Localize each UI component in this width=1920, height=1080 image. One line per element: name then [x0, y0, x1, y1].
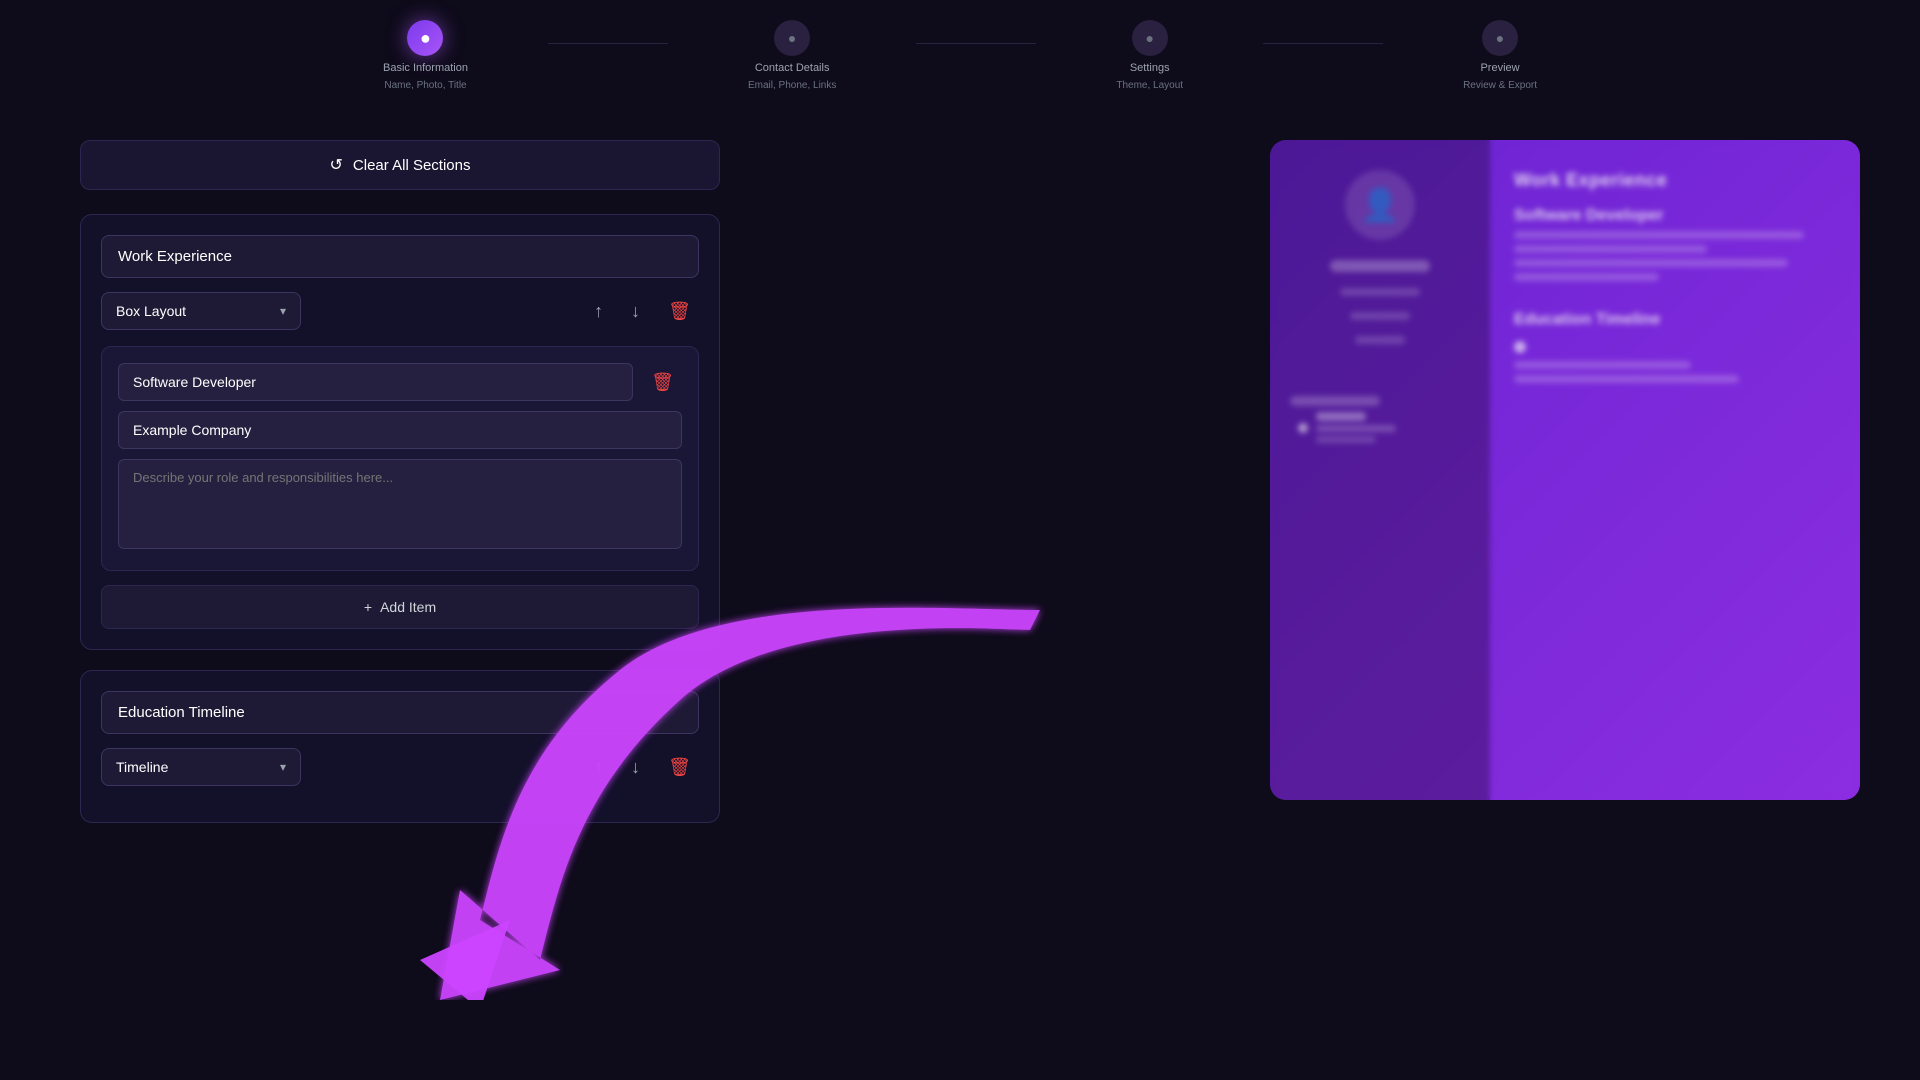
resume-preview-inner: 👤 Work Experience Softw	[1270, 140, 1860, 800]
edu-item-row	[1290, 412, 1470, 443]
add-item-label: Add Item	[380, 599, 436, 615]
resume-edu-preview	[1290, 380, 1470, 443]
nav-step-1[interactable]: ● Basic Information Name, Photo, Title	[383, 20, 468, 91]
resume-edu-section-title: Education Timeline	[1514, 311, 1836, 329]
step-label-1: Basic Information	[383, 62, 468, 74]
work-item-card-0: 🗑	[101, 346, 699, 571]
resume-detail-line-3	[1355, 336, 1405, 344]
layout-select-education[interactable]: Timeline ▾	[101, 748, 301, 786]
chevron-down-icon: ▾	[280, 304, 286, 318]
move-down-button-edu[interactable]: ↓	[623, 751, 648, 784]
resume-work-section-title: Work Experience	[1514, 170, 1836, 191]
step-circle-1: ●	[407, 20, 443, 56]
resume-right-column: Work Experience Software Developer Educa…	[1490, 140, 1860, 800]
work-experience-section: Box Layout ▾ ↑ ↓ 🗑 🗑 + Add Item	[80, 214, 720, 650]
delete-section-edu-button[interactable]: 🗑	[660, 751, 699, 784]
nav-connector-3	[1263, 43, 1383, 44]
layout-select-work[interactable]: Box Layout ▾	[101, 292, 301, 330]
edu-year	[1316, 412, 1366, 421]
step-circle-3: ●	[1132, 20, 1168, 56]
resume-blurred-line-3	[1514, 259, 1788, 267]
add-item-button[interactable]: + Add Item	[101, 585, 699, 629]
resume-name-placeholder	[1330, 260, 1430, 272]
top-navigation: ● Basic Information Name, Photo, Title ●…	[0, 0, 1920, 121]
layout-select-edu-value: Timeline	[116, 759, 168, 775]
nav-step-3[interactable]: ● Settings Theme, Layout	[1116, 20, 1183, 91]
step-sublabel-1: Name, Photo, Title	[384, 80, 466, 91]
resume-detail-line-2	[1350, 312, 1410, 320]
move-up-button-edu[interactable]: ↑	[586, 751, 611, 784]
resume-edu-dot	[1514, 341, 1526, 353]
job-title-input[interactable]	[118, 363, 633, 401]
edu-item-content	[1316, 412, 1396, 443]
edu-section-label	[1290, 396, 1380, 406]
clear-all-button[interactable]: ↺ Clear All Sections	[80, 140, 720, 190]
education-layout-row: Timeline ▾ ↑ ↓ 🗑	[101, 748, 699, 786]
edu-degree	[1316, 436, 1376, 443]
move-down-button-work[interactable]: ↓	[623, 295, 648, 328]
chevron-down-icon-edu: ▾	[280, 760, 286, 774]
work-experience-layout-row: Box Layout ▾ ↑ ↓ 🗑	[101, 292, 699, 330]
resume-job-title: Software Developer	[1514, 207, 1836, 225]
education-title-input[interactable]	[101, 691, 699, 734]
nav-step-2[interactable]: ● Contact Details Email, Phone, Links	[748, 20, 836, 91]
nav-step-4[interactable]: ● Preview Review & Export	[1463, 20, 1537, 91]
work-experience-title-input[interactable]	[101, 235, 699, 278]
edu-dot	[1298, 423, 1308, 433]
step-label-4: Preview	[1480, 62, 1519, 74]
education-timeline-section: Timeline ▾ ↑ ↓ 🗑	[80, 670, 720, 823]
left-panel: ↺ Clear All Sections Box Layout ▾ ↑ ↓ 🗑 …	[80, 140, 720, 843]
resume-edu-line-1	[1514, 361, 1691, 369]
clear-all-label: Clear All Sections	[353, 157, 471, 174]
resume-edu-line-2	[1514, 375, 1739, 383]
resume-detail-line-1	[1340, 288, 1420, 296]
resume-avatar: 👤	[1345, 170, 1415, 240]
company-input[interactable]	[118, 411, 682, 449]
resume-left-column: 👤	[1270, 140, 1490, 800]
step-label-2: Contact Details	[755, 62, 830, 74]
resume-blurred-line-4	[1514, 273, 1659, 281]
resume-preview-panel: 👤 Work Experience Softw	[1270, 140, 1860, 800]
plus-icon: +	[364, 599, 372, 615]
move-up-button-work[interactable]: ↑	[586, 295, 611, 328]
step-sublabel-4: Review & Export	[1463, 80, 1537, 91]
delete-section-work-button[interactable]: 🗑	[660, 295, 699, 328]
edu-school	[1316, 425, 1396, 432]
resume-blurred-line-1	[1514, 231, 1804, 239]
step-sublabel-3: Theme, Layout	[1116, 80, 1183, 91]
step-circle-4: ●	[1482, 20, 1518, 56]
delete-item-button[interactable]: 🗑	[643, 366, 682, 399]
nav-connector-1	[548, 43, 668, 44]
step-label-3: Settings	[1130, 62, 1170, 74]
resume-blurred-line-2	[1514, 245, 1707, 253]
step-circle-2: ●	[774, 20, 810, 56]
layout-select-value: Box Layout	[116, 303, 186, 319]
step-sublabel-2: Email, Phone, Links	[748, 80, 836, 91]
item-header: 🗑	[118, 363, 682, 401]
nav-connector-2	[916, 43, 1036, 44]
description-textarea[interactable]	[118, 459, 682, 549]
reset-icon: ↺	[330, 155, 343, 175]
